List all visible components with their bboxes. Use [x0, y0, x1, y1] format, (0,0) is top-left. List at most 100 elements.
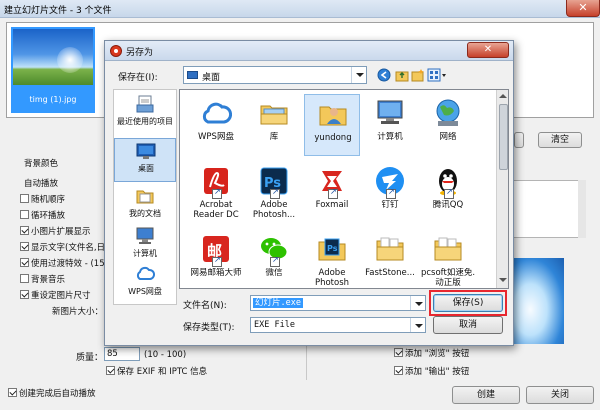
checkbox-checked-icon[interactable]	[20, 290, 29, 299]
bg-music-option[interactable]: 背景音乐	[20, 274, 65, 286]
chevron-down-icon[interactable]	[410, 318, 425, 332]
checkbox-checked-icon[interactable]	[394, 366, 403, 375]
save-in-value: 桌面	[202, 73, 221, 83]
bg-color-label[interactable]: 背景颜色	[24, 158, 58, 170]
up-folder-icon[interactable]	[395, 68, 409, 82]
side-button[interactable]	[514, 132, 524, 148]
scroll-down-icon[interactable]	[499, 278, 507, 282]
background-preview-image	[508, 258, 564, 344]
file-item-library[interactable]: 库	[246, 94, 302, 156]
checkbox-icon[interactable]	[20, 194, 29, 203]
filename-value: 幻灯片.exe	[253, 298, 303, 308]
dingtalk-icon	[374, 165, 406, 199]
place-wps-cloud[interactable]: WPS网盘	[114, 262, 176, 306]
loop-play-option[interactable]: 循环播放	[20, 210, 65, 222]
place-desktop[interactable]: 桌面	[114, 138, 176, 182]
desktop-icon	[136, 141, 156, 161]
file-item-pcsoft[interactable]: pcsoft如速免.动正版	[420, 230, 476, 288]
checkbox-checked-icon[interactable]	[20, 226, 29, 235]
library-icon	[258, 97, 290, 129]
file-item-photoshop-file[interactable]: Ps Adobe Photosh	[304, 230, 360, 288]
checkbox-checked-icon[interactable]	[394, 348, 403, 357]
file-item-yundong[interactable]: yundong	[304, 94, 360, 156]
keep-exif-option[interactable]: 保存 EXIF 和 IPTC 信息	[106, 366, 207, 378]
quality-label: 质量：	[76, 353, 104, 363]
place-recent[interactable]: 最近使用的项目	[114, 92, 176, 136]
place-documents[interactable]: 我的文档	[114, 184, 176, 228]
places-bar: 最近使用的项目 桌面 我的文档 计算机 WPS网盘	[113, 89, 177, 305]
scroll-up-icon[interactable]	[499, 94, 507, 98]
photoshop-icon: Ps	[258, 165, 290, 199]
file-item-acrobat[interactable]: Acrobat Reader DC	[188, 162, 244, 224]
settings-panel: 背景颜色 自动播放 随机顺序 循环播放 小图片扩展显示 显示文字(文件名,日 使…	[6, 150, 112, 376]
filetype-label: 保存类型(T):	[183, 323, 235, 333]
desktop-icon	[187, 71, 198, 79]
checkbox-checked-icon[interactable]	[20, 258, 29, 267]
thumb-expand-option[interactable]: 小图片扩展显示	[20, 226, 91, 238]
dialog-title: 另存为	[126, 48, 154, 58]
dialog-titlebar: 另存为 ✕	[105, 41, 513, 61]
photoshop-file-icon: Ps	[316, 233, 348, 265]
save-in-dropdown[interactable]: 桌面	[183, 66, 367, 84]
file-item-computer[interactable]: 计算机	[362, 94, 418, 156]
thumbnail-item[interactable]: timg (1).jpg	[11, 27, 95, 113]
quality-input[interactable]: 85	[104, 347, 140, 361]
scrollbar-thumb[interactable]	[499, 104, 508, 170]
checkbox-checked-icon[interactable]	[8, 388, 17, 397]
file-item-foxmail[interactable]: Foxmail	[304, 162, 360, 224]
shortcut-arrow-icon	[270, 187, 280, 199]
view-menu-icon[interactable]	[427, 68, 447, 82]
description-box[interactable]	[510, 180, 586, 238]
cancel-button[interactable]: 取消	[433, 316, 503, 334]
file-list-scrollbar[interactable]	[496, 90, 508, 288]
file-item-wps-cloud[interactable]: WPS网盘	[188, 94, 244, 156]
description-scrollbar[interactable]	[578, 180, 586, 238]
file-list[interactable]: WPS网盘 库 yundong 计算机 网络 ↗ Acrobat Reader …	[179, 89, 509, 289]
file-item-faststone[interactable]: FastStone...	[362, 230, 418, 288]
save-button[interactable]: 保存(S)	[433, 294, 503, 312]
chevron-down-icon[interactable]	[410, 296, 425, 310]
documents-icon	[135, 186, 155, 206]
file-item-photoshop[interactable]: Ps Adobe Photosh...	[246, 162, 302, 224]
foxmail-icon	[316, 165, 348, 199]
clear-button[interactable]: 清空	[538, 132, 582, 148]
resize-option[interactable]: 重设定图片尺寸	[20, 290, 91, 302]
cloud-icon	[200, 97, 233, 129]
add-browse-option[interactable]: 添加 "浏览" 按钮	[394, 348, 469, 360]
file-item-wechat[interactable]: 微信	[246, 230, 302, 288]
checkbox-checked-icon[interactable]	[20, 242, 29, 251]
save-in-label: 保存在(I):	[118, 73, 158, 83]
new-size-label: 新图片大小：	[52, 307, 104, 317]
checkbox-icon[interactable]	[20, 274, 29, 283]
filetype-dropdown[interactable]: EXE File	[250, 317, 426, 333]
qq-icon	[432, 165, 464, 199]
quality-range-text: (10 - 100)	[144, 350, 187, 360]
folder-icon	[374, 233, 406, 265]
auto-play-label: 自动播放	[24, 179, 59, 189]
chevron-down-icon[interactable]	[351, 67, 366, 83]
checkbox-checked-icon[interactable]	[106, 366, 115, 375]
window-close-button[interactable]: ✕	[566, 0, 600, 17]
create-button[interactable]: 创建	[452, 386, 520, 404]
transition-option[interactable]: 使用过渡特效 - (15	[20, 258, 105, 270]
filetype-value: EXE File	[254, 320, 295, 330]
wechat-icon	[258, 233, 290, 267]
checkbox-icon[interactable]	[20, 210, 29, 219]
shortcut-arrow-icon	[328, 187, 338, 199]
file-item-netease-mail[interactable]: 邮 网易邮箱大师	[188, 230, 244, 288]
back-icon[interactable]	[377, 68, 391, 82]
file-item-network[interactable]: 网络	[420, 94, 476, 156]
file-item-dingtalk[interactable]: 钉钉	[362, 162, 418, 224]
show-text-option[interactable]: 显示文字(文件名,日	[20, 242, 105, 254]
add-output-option[interactable]: 添加 "输出" 按钮	[394, 366, 469, 378]
file-item-qq[interactable]: 腾讯QQ	[420, 162, 476, 224]
computer-icon	[374, 97, 406, 129]
auto-play-after-option[interactable]: 创建完成后自动播放	[8, 388, 96, 400]
folder-icon	[432, 233, 464, 265]
dialog-close-button[interactable]: ✕	[467, 42, 509, 58]
random-order-option[interactable]: 随机顺序	[20, 194, 65, 206]
new-folder-icon[interactable]	[411, 68, 425, 82]
acrobat-icon	[200, 165, 232, 199]
filename-input[interactable]: 幻灯片.exe	[250, 295, 426, 311]
close-button[interactable]: 关闭	[526, 386, 594, 404]
